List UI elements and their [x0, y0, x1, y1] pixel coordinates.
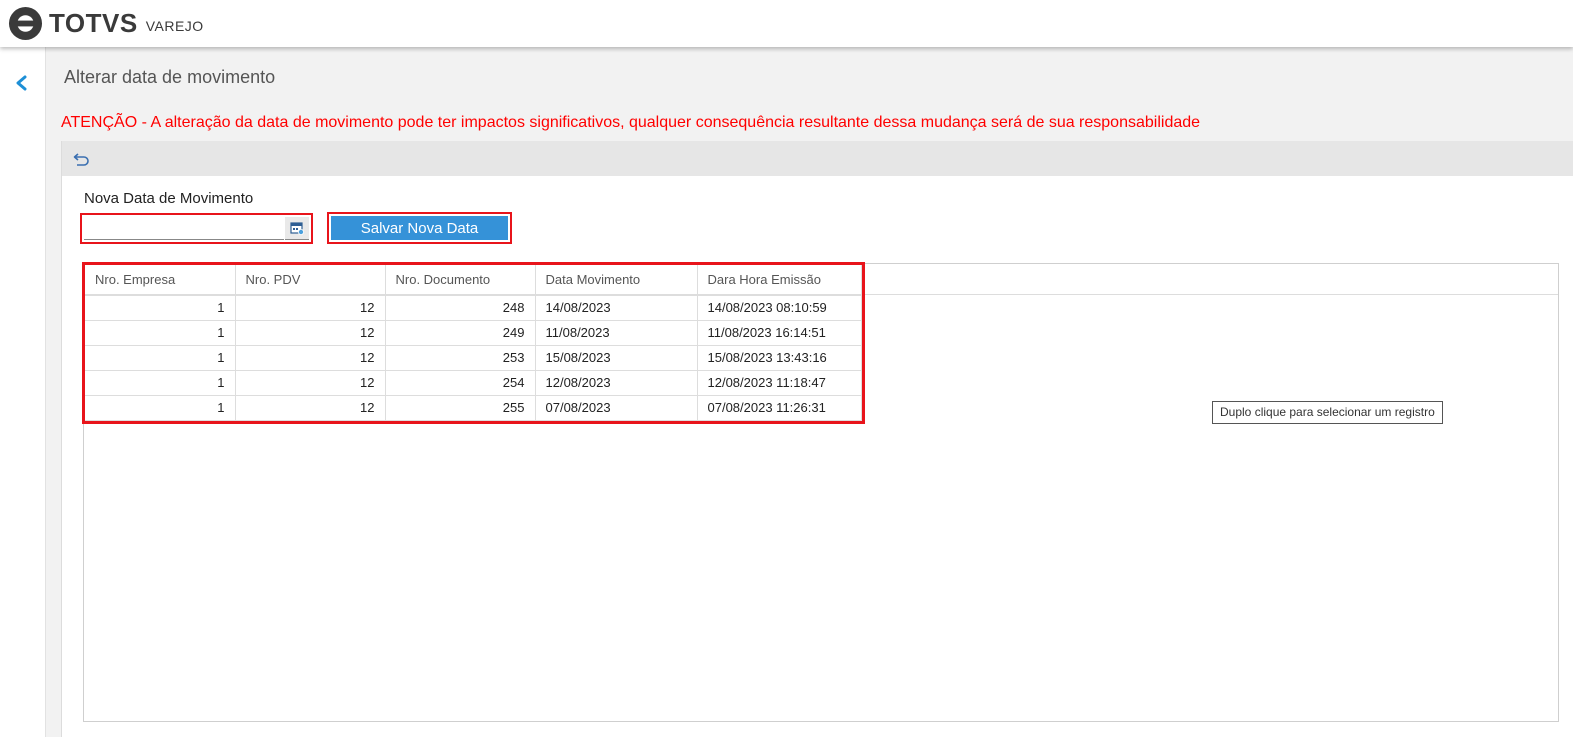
cell-data-movimento: 15/08/2023 [535, 345, 698, 371]
column-header-empresa[interactable]: Nro. Empresa [85, 265, 236, 296]
save-new-date-button[interactable]: Salvar Nova Data [331, 216, 508, 240]
sidebar [0, 47, 46, 737]
cell-data-hora-emissao: 12/08/2023 11:18:47 [697, 370, 862, 396]
cell-data-movimento: 12/08/2023 [535, 370, 698, 396]
app-header: TOTVS VAREJO [0, 0, 1573, 47]
table-header-row: Nro. Empresa Nro. PDV Nro. Documento Dat… [85, 265, 862, 296]
date-field-label: Nova Data de Movimento [84, 190, 254, 207]
cell-empresa: 1 [85, 320, 236, 346]
cell-data-hora-emissao: 11/08/2023 16:14:51 [697, 320, 862, 346]
cell-empresa: 1 [85, 295, 236, 321]
page-title: Alterar data de movimento [64, 67, 276, 87]
cell-empresa: 1 [85, 345, 236, 371]
date-field-highlight [80, 213, 313, 244]
grid-tooltip: Duplo clique para selecionar um registro [1212, 401, 1443, 424]
cell-data-hora-emissao: 15/08/2023 13:43:16 [697, 345, 862, 371]
cell-data-movimento: 11/08/2023 [535, 320, 698, 346]
cell-empresa: 1 [85, 395, 236, 421]
cell-pdv: 12 [235, 320, 386, 346]
cell-documento: 248 [385, 295, 536, 321]
totvs-logo: TOTVS VAREJO [8, 6, 204, 41]
cell-documento: 249 [385, 320, 536, 346]
cell-data-hora-emissao: 14/08/2023 08:10:59 [697, 295, 862, 321]
cell-documento: 254 [385, 370, 536, 396]
chevron-left-icon[interactable] [12, 73, 32, 93]
records-grid: Nro. Empresa Nro. PDV Nro. Documento Dat… [82, 262, 1559, 722]
cell-pdv: 12 [235, 395, 386, 421]
cell-data-movimento: 07/08/2023 [535, 395, 698, 421]
product-name: VAREJO [145, 17, 204, 34]
calendar-icon [290, 222, 304, 235]
table-row[interactable]: 1 12 249 11/08/2023 11/08/2023 16:14:51 [85, 320, 862, 346]
save-button-highlight: Salvar Nova Data [327, 212, 512, 244]
table-row[interactable]: 1 12 248 14/08/2023 14/08/2023 08:10:59 [85, 295, 862, 321]
table-row[interactable]: 1 12 255 07/08/2023 07/08/2023 11:26:31 [85, 395, 862, 421]
table-highlight: Nro. Empresa Nro. PDV Nro. Documento Dat… [82, 262, 865, 424]
cell-pdv: 12 [235, 370, 386, 396]
cell-documento: 253 [385, 345, 536, 371]
column-header-data-movimento[interactable]: Data Movimento [535, 265, 698, 296]
panel-toolbar [62, 141, 1573, 176]
column-header-pdv[interactable]: Nro. PDV [235, 265, 386, 296]
brand-name: TOTVS [49, 8, 138, 38]
warning-message: ATENÇÃO - A alteração da data de movimen… [61, 114, 1201, 131]
cell-pdv: 12 [235, 295, 386, 321]
table-row[interactable]: 1 12 254 12/08/2023 12/08/2023 11:18:47 [85, 370, 862, 396]
cell-pdv: 12 [235, 345, 386, 371]
main-panel: Nova Data de Movimento Salvar Nova Data … [61, 141, 1573, 737]
totvs-logo-icon [8, 6, 43, 41]
cell-empresa: 1 [85, 370, 236, 396]
cell-data-movimento: 14/08/2023 [535, 295, 698, 321]
date-input[interactable] [84, 217, 284, 240]
records-table: Nro. Empresa Nro. PDV Nro. Documento Dat… [85, 265, 862, 421]
cell-documento: 255 [385, 395, 536, 421]
column-header-data-hora-emissao[interactable]: Dara Hora Emissão [697, 265, 862, 296]
cell-data-hora-emissao: 07/08/2023 11:26:31 [697, 395, 862, 421]
table-row[interactable]: 1 12 253 15/08/2023 15/08/2023 13:43:16 [85, 345, 862, 371]
calendar-button[interactable] [285, 217, 309, 240]
column-header-documento[interactable]: Nro. Documento [385, 265, 536, 296]
undo-icon[interactable] [73, 151, 90, 167]
